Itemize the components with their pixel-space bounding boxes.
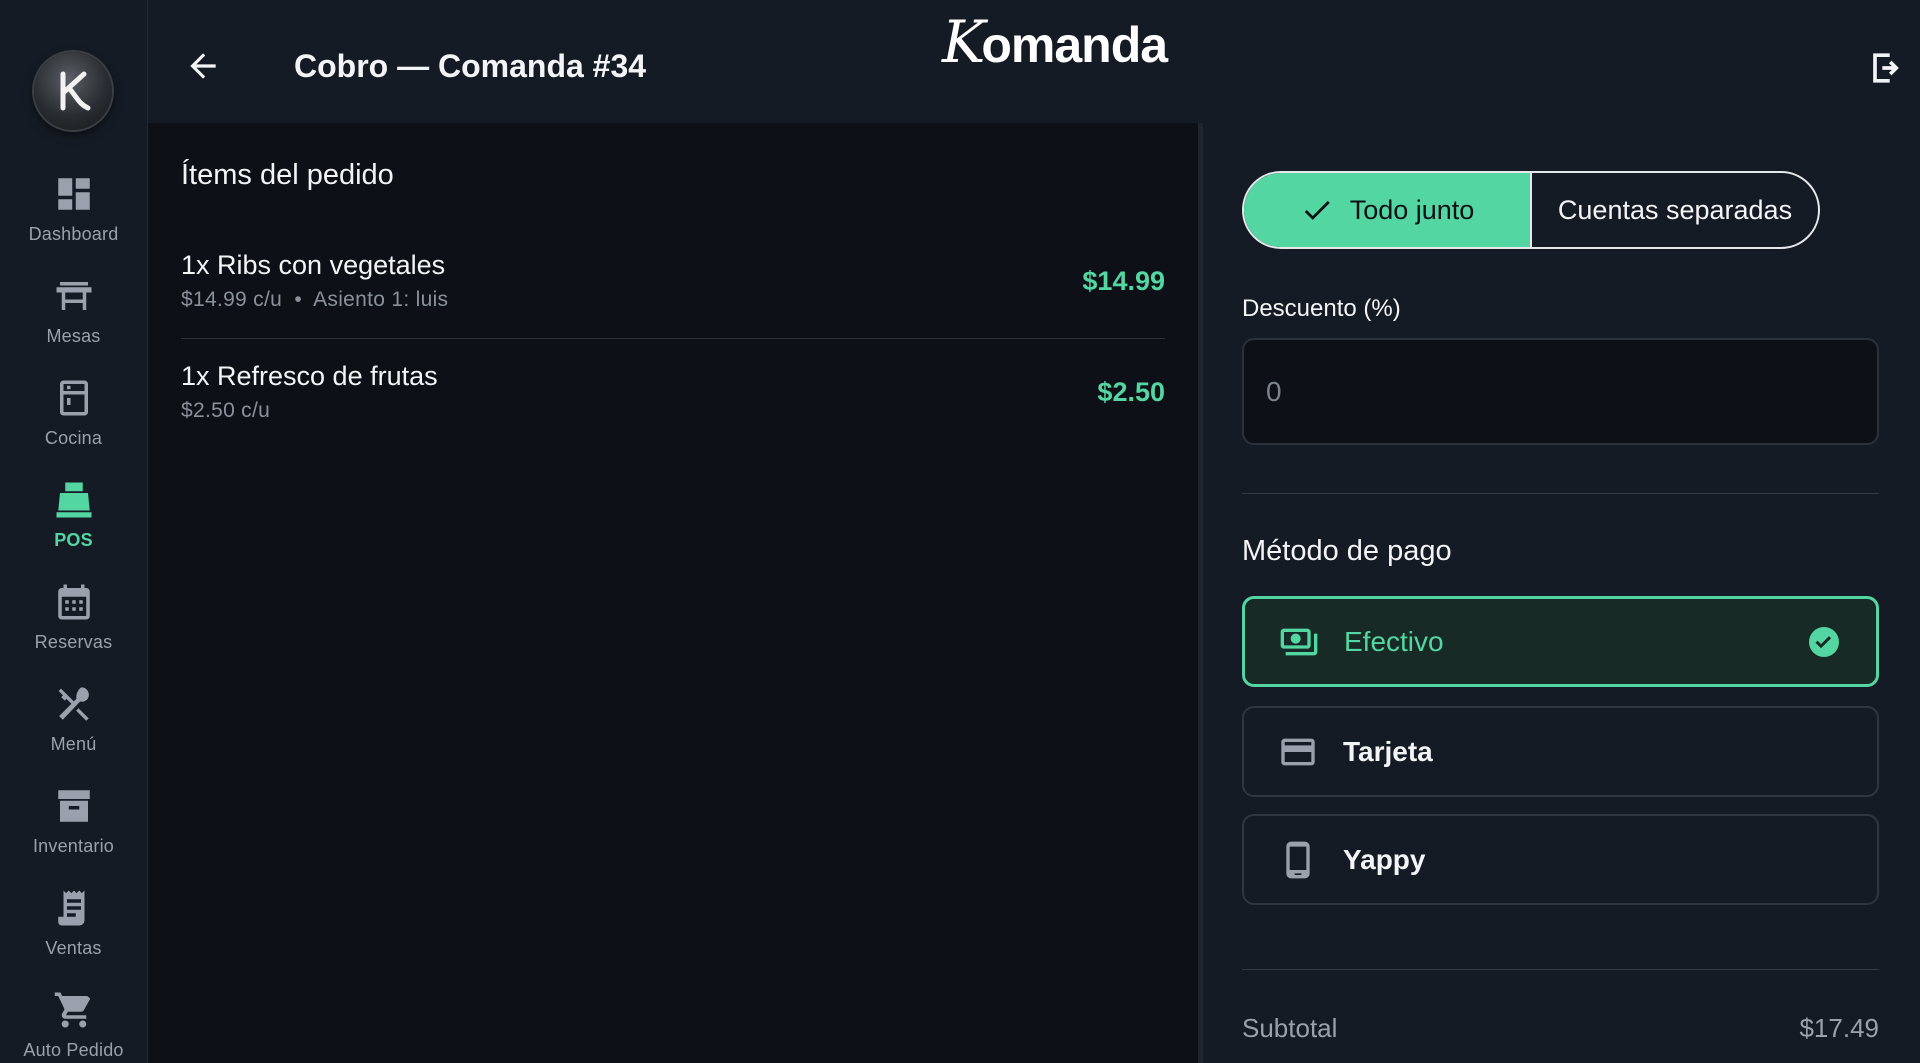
check-icon bbox=[1304, 200, 1330, 220]
todo-junto-option[interactable]: Todo junto bbox=[1244, 173, 1532, 247]
section-divider bbox=[1242, 493, 1879, 494]
avatar[interactable] bbox=[34, 52, 112, 130]
row-divider bbox=[181, 338, 1165, 339]
sidebar-item-pos[interactable]: POS bbox=[0, 478, 147, 570]
credit-card-icon bbox=[1278, 732, 1318, 772]
payment-method-title: Método de pago bbox=[1242, 535, 1452, 567]
item-detail: $2.50 c/u bbox=[181, 399, 271, 422]
brand-initial: K bbox=[942, 8, 985, 76]
phone-icon bbox=[1278, 840, 1318, 880]
sidebar-item-label: Mesas bbox=[46, 326, 101, 346]
sidebar-item-dashboard[interactable]: Dashboard bbox=[0, 172, 147, 264]
sidebar-item-label: Ventas bbox=[45, 938, 102, 958]
item-name: 1x Refresco de frutas bbox=[181, 361, 438, 391]
kitchen-icon bbox=[52, 376, 96, 420]
split-mode-toggle: Todo junto Cuentas separadas bbox=[1242, 171, 1820, 249]
payment-method-label: Tarjeta bbox=[1343, 735, 1433, 767]
receipt-icon bbox=[52, 886, 96, 930]
payment-method-efectivo[interactable]: Efectivo bbox=[1242, 596, 1879, 687]
top-bar: Cobro — Comanda #34 Komanda bbox=[148, 0, 1920, 123]
subtotal-value: $17.49 bbox=[1799, 1013, 1879, 1043]
brand-k-icon bbox=[60, 71, 91, 111]
subtotal-label: Subtotal bbox=[1242, 1013, 1338, 1043]
sidebar-item-auto-pedido[interactable]: Auto Pedido bbox=[0, 988, 147, 1063]
cash-register-icon bbox=[52, 478, 96, 522]
cart-icon bbox=[52, 988, 96, 1032]
logout-button[interactable] bbox=[1864, 46, 1908, 90]
sidebar-item-cocina[interactable]: Cocina bbox=[0, 376, 147, 468]
table-icon bbox=[52, 274, 96, 318]
sidebar-item-inventario[interactable]: Inventario bbox=[0, 784, 147, 876]
subtotal-row: Subtotal $17.49 bbox=[1242, 1013, 1879, 1044]
payment-method-tarjeta[interactable]: Tarjeta bbox=[1242, 706, 1879, 797]
payment-method-label: Efectivo bbox=[1344, 625, 1444, 657]
sidebar-item-mesas[interactable]: Mesas bbox=[0, 274, 147, 366]
calendar-icon bbox=[52, 580, 96, 624]
utensils-icon bbox=[52, 682, 96, 726]
payment-method-yappy[interactable]: Yappy bbox=[1242, 814, 1879, 905]
cash-icon bbox=[1279, 622, 1319, 662]
sidebar-item-ventas[interactable]: Ventas bbox=[0, 886, 147, 978]
item-name: 1x Ribs con vegetales bbox=[181, 250, 446, 280]
sidebar-item-label: Inventario bbox=[32, 836, 115, 856]
arrow-left-icon bbox=[190, 53, 216, 79]
brand-name: omanda bbox=[981, 17, 1168, 73]
sidebar-item-reservas[interactable]: Reservas bbox=[0, 580, 147, 672]
sidebar-item-label: Auto Pedido bbox=[23, 1040, 124, 1060]
cuentas-separadas-option[interactable]: Cuentas separadas bbox=[1532, 173, 1818, 247]
dashboard-icon bbox=[52, 172, 96, 216]
page-title: Cobro — Comanda #34 bbox=[294, 48, 647, 84]
section-divider bbox=[1242, 969, 1879, 970]
sidebar: Dashboard Mesas Cocina POS Reservas Menú bbox=[0, 0, 148, 1063]
sidebar-item-label: Menú bbox=[50, 734, 97, 754]
discount-input[interactable] bbox=[1242, 338, 1879, 445]
todo-junto-label: Todo junto bbox=[1349, 194, 1475, 225]
cuentas-separadas-label: Cuentas separadas bbox=[1557, 194, 1793, 225]
order-items-panel: Ítems del pedido 1x Ribs con vegetales $… bbox=[148, 123, 1198, 1063]
archive-box-icon bbox=[52, 784, 96, 828]
logout-icon bbox=[1873, 53, 1899, 83]
check-circle-icon bbox=[1809, 626, 1839, 657]
discount-label: Descuento (%) bbox=[1242, 295, 1401, 322]
sidebar-item-menu[interactable]: Menú bbox=[0, 682, 147, 774]
order-items-title: Ítems del pedido bbox=[181, 159, 394, 191]
payment-panel: Todo junto Cuentas separadas Descuento (… bbox=[1203, 123, 1920, 1063]
order-item-row: 1x Refresco de frutas $2.50 c/u $2.50 bbox=[181, 361, 1165, 423]
sidebar-item-label: POS bbox=[54, 530, 93, 550]
sidebar-item-label: Dashboard bbox=[28, 224, 119, 244]
back-button[interactable] bbox=[184, 47, 222, 85]
brand-logo: Komanda bbox=[942, 8, 1168, 76]
item-detail: $14.99 c/u • Asiento 1: luis bbox=[181, 288, 449, 311]
order-item-row: 1x Ribs con vegetales $14.99 c/u • Asien… bbox=[181, 250, 1165, 312]
payment-method-label: Yappy bbox=[1343, 843, 1426, 875]
sidebar-item-label: Cocina bbox=[44, 428, 103, 448]
item-price: $14.99 bbox=[1082, 266, 1165, 296]
item-price: $2.50 bbox=[1097, 377, 1165, 407]
sidebar-item-label: Reservas bbox=[34, 632, 113, 652]
